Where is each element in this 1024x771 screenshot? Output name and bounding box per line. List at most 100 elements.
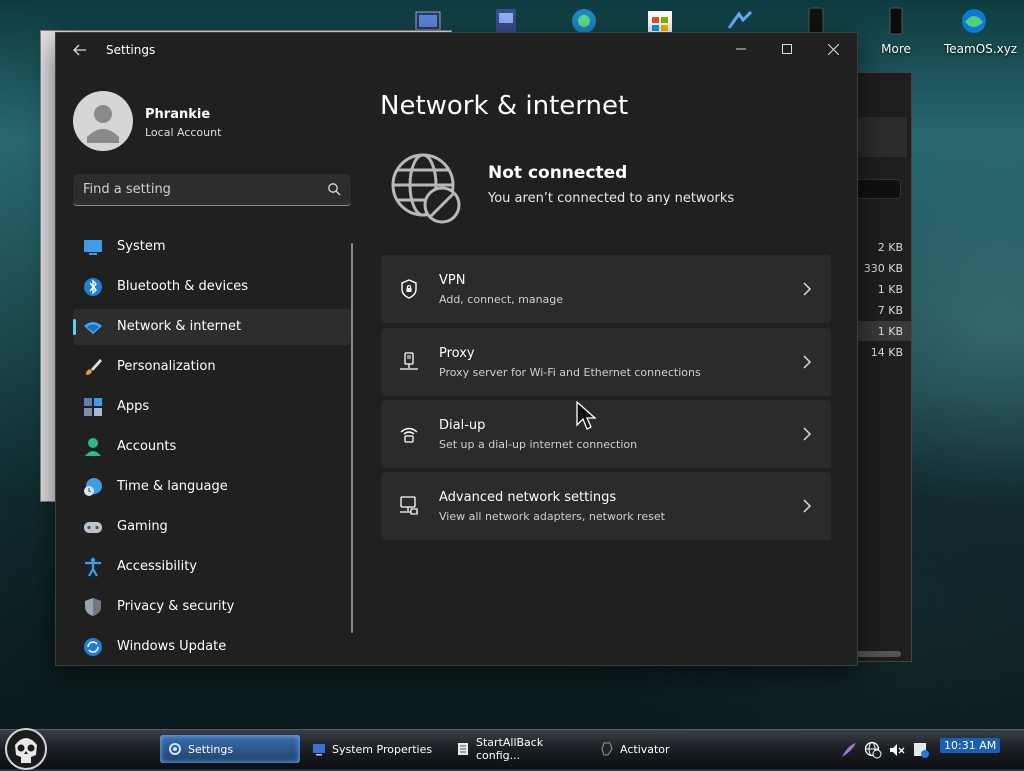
sidebar-item-time-language[interactable]: Time & language bbox=[73, 469, 351, 505]
card-title: Advanced network settings bbox=[439, 490, 617, 505]
settings-icon bbox=[169, 743, 181, 755]
taskbar-clock[interactable]: 10:31 AM bbox=[940, 738, 1001, 753]
sidebar-item-label: Time & language bbox=[117, 479, 228, 494]
sidebar-scrollbar[interactable] bbox=[351, 243, 353, 633]
mouse-cursor-icon bbox=[576, 401, 597, 430]
window-title: Settings bbox=[106, 43, 156, 57]
desktop-icon-more[interactable]: More bbox=[866, 6, 926, 56]
accessibility-icon bbox=[85, 557, 101, 577]
back-arrow-icon bbox=[73, 44, 86, 56]
sidebar-item-label: Privacy & security bbox=[117, 599, 235, 614]
desktop-icon-label: TeamOS.xyz bbox=[944, 42, 1018, 56]
desktop-icon-teamos[interactable]: TeamOS.xyz bbox=[944, 6, 1017, 56]
page-title: Network & internet bbox=[380, 91, 629, 121]
file-size: 7 KB bbox=[877, 304, 903, 317]
dialup-icon bbox=[400, 427, 418, 443]
sidebar-item-privacy-security[interactable]: Privacy & security bbox=[73, 589, 351, 625]
card-subtitle: Add, connect, manage bbox=[439, 293, 564, 306]
startallback-icon bbox=[458, 743, 468, 755]
sidebar-item-label: Personalization bbox=[117, 359, 216, 374]
maximize-icon bbox=[782, 44, 792, 54]
taskbar-button-label: Settings bbox=[188, 742, 234, 756]
search-placeholder: Find a setting bbox=[83, 182, 171, 197]
sidebar-item-bluetooth[interactable]: Bluetooth & devices bbox=[73, 269, 351, 305]
sidebar-item-windows-update[interactable]: Windows Update bbox=[73, 629, 351, 665]
taskbar: Settings System Properties StartAllBack … bbox=[0, 727, 1024, 771]
avatar bbox=[73, 91, 133, 151]
taskbar-activator[interactable]: Activator bbox=[592, 735, 732, 763]
sidebar-item-label: System bbox=[117, 239, 166, 254]
taskbar-startallback[interactable]: StartAllBack config... bbox=[448, 735, 588, 763]
profile-account-type: Local Account bbox=[145, 126, 222, 139]
sidebar-item-label: Accounts bbox=[117, 439, 177, 454]
card-subtitle: Proxy server for Wi-Fi and Ethernet conn… bbox=[439, 366, 701, 379]
sidebar-item-label: Bluetooth & devices bbox=[117, 279, 248, 294]
file-size: 330 KB bbox=[863, 262, 903, 275]
file-size: 1 KB bbox=[877, 325, 903, 338]
chevron-right-icon bbox=[803, 282, 812, 296]
sidebar-item-apps[interactable]: Apps bbox=[73, 389, 351, 425]
taskbar-settings[interactable]: Settings bbox=[160, 735, 300, 763]
proxy-icon bbox=[400, 352, 418, 370]
gaming-icon bbox=[84, 522, 102, 533]
card-title: VPN bbox=[439, 273, 466, 288]
sidebar-item-accessibility[interactable]: Accessibility bbox=[73, 549, 351, 585]
maximize-button[interactable] bbox=[764, 33, 810, 65]
back-button[interactable] bbox=[72, 42, 88, 58]
system-properties-icon bbox=[313, 744, 325, 756]
close-icon bbox=[827, 43, 839, 55]
profile-name: Phrankie bbox=[145, 107, 211, 122]
sidebar-item-network[interactable]: Network & internet bbox=[73, 309, 351, 345]
close-button[interactable] bbox=[810, 33, 856, 65]
card-proxy[interactable]: Proxy Proxy server for Wi-Fi and Etherne… bbox=[381, 328, 831, 396]
card-dialup[interactable]: Dial-up Set up a dial-up internet connec… bbox=[381, 400, 831, 468]
security-tray-icon[interactable] bbox=[912, 741, 930, 759]
brush-icon bbox=[86, 359, 102, 375]
accounts-icon bbox=[85, 438, 101, 456]
connection-status-title: Not connected bbox=[488, 163, 628, 183]
chevron-right-icon bbox=[803, 427, 812, 441]
bluetooth-icon bbox=[84, 278, 102, 296]
card-title: Dial-up bbox=[439, 418, 486, 433]
chevron-right-icon bbox=[803, 355, 812, 369]
sidebar-item-system[interactable]: System bbox=[73, 229, 351, 265]
chevron-right-icon bbox=[803, 499, 812, 513]
apps-icon bbox=[84, 398, 102, 416]
taskbar-system-properties[interactable]: System Properties bbox=[304, 735, 444, 763]
sidebar-item-label: Network & internet bbox=[117, 319, 242, 334]
taskbar-button-label: System Properties bbox=[332, 742, 433, 756]
advanced-network-icon bbox=[400, 496, 418, 515]
globe-disconnected-icon bbox=[391, 153, 461, 224]
sidebar-item-accounts[interactable]: Accounts bbox=[73, 429, 351, 465]
card-subtitle: Set up a dial-up internet connection bbox=[439, 438, 638, 451]
card-vpn[interactable]: VPN Add, connect, manage bbox=[381, 255, 831, 323]
minimize-button[interactable] bbox=[718, 33, 764, 65]
sidebar-item-label: Apps bbox=[117, 399, 150, 414]
time-language-icon bbox=[84, 478, 102, 496]
volume-muted-tray-icon[interactable] bbox=[888, 741, 906, 759]
minimize-icon bbox=[736, 48, 746, 50]
globe-disconnected-tray-icon[interactable] bbox=[864, 741, 882, 759]
update-icon bbox=[84, 638, 102, 656]
feather-tray-icon[interactable] bbox=[840, 741, 858, 759]
file-size: 1 KB bbox=[877, 283, 903, 296]
sidebar-item-gaming[interactable]: Gaming bbox=[73, 509, 351, 545]
taskbar-button-label: Activator bbox=[620, 742, 670, 756]
active-indicator bbox=[73, 319, 76, 335]
file-size: 14 KB bbox=[870, 346, 903, 359]
sidebar-item-personalization[interactable]: Personalization bbox=[73, 349, 351, 385]
card-title: Proxy bbox=[439, 346, 475, 361]
start-button-skull-icon[interactable] bbox=[3, 727, 49, 771]
search-input[interactable]: Find a setting bbox=[73, 174, 351, 206]
sidebar-item-label: Accessibility bbox=[117, 559, 197, 574]
settings-window: Settings Phrankie Local Account Find a s… bbox=[55, 32, 858, 666]
user-avatar-icon bbox=[87, 105, 119, 143]
title-bar: Settings bbox=[56, 33, 857, 67]
system-icon bbox=[84, 240, 102, 255]
vpn-shield-icon bbox=[401, 279, 417, 299]
connection-status-subtitle: You aren’t connected to any networks bbox=[488, 191, 735, 206]
sidebar-nav: System Bluetooth & devices Network & int… bbox=[73, 229, 351, 669]
search-icon bbox=[328, 183, 341, 196]
card-advanced-network[interactable]: Advanced network settings View all netwo… bbox=[381, 472, 831, 540]
card-subtitle: View all network adapters, network reset bbox=[439, 510, 665, 523]
